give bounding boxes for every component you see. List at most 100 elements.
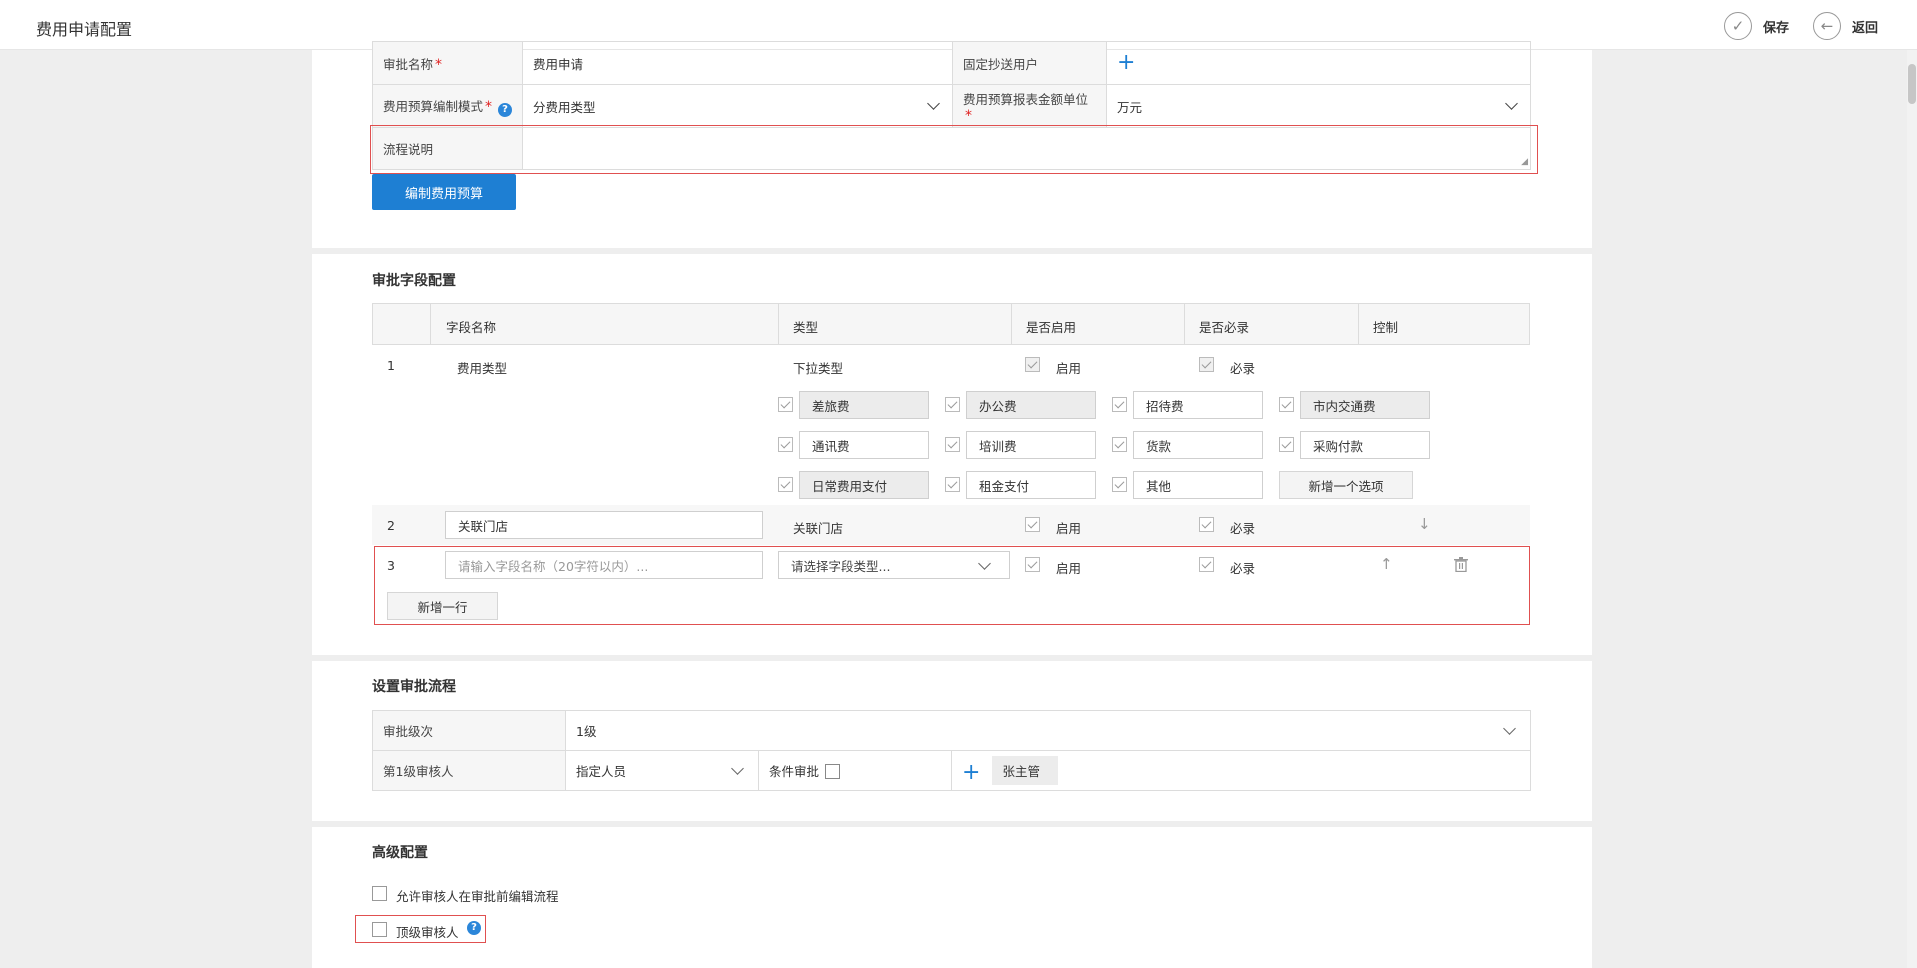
- help-icon[interactable]: ?: [467, 921, 481, 935]
- approval-flow-panel: 设置审批流程 审批级次 1级 第1级审核人 指定人员 条件审批 + 张主管: [312, 661, 1592, 821]
- option-checkbox[interactable]: [778, 397, 793, 412]
- top-reviewer-checkbox[interactable]: [372, 922, 387, 937]
- row1-required-checkbox[interactable]: [1199, 357, 1214, 372]
- option-checkbox[interactable]: [1112, 437, 1127, 452]
- option-checkbox[interactable]: [945, 437, 960, 452]
- allow-edit-checkbox[interactable]: [372, 886, 387, 901]
- row2-name-input[interactable]: 关联门店: [445, 511, 763, 539]
- move-up-icon[interactable]: ↑: [1380, 555, 1393, 573]
- chevron-down-icon: [927, 97, 940, 110]
- col-type: 类型: [793, 320, 819, 335]
- chevron-down-icon: [1505, 97, 1518, 110]
- scrollbar-thumb[interactable]: [1908, 64, 1916, 104]
- row1-required-label: 必录: [1230, 361, 1256, 376]
- add-option-button[interactable]: 新增一个选项: [1279, 471, 1413, 499]
- level-label: 审批级次: [372, 710, 566, 751]
- arrow-left-circle-icon: ←: [1813, 12, 1841, 40]
- level-select[interactable]: 1级: [564, 710, 1532, 751]
- row3-type-select[interactable]: 请选择字段类型...: [778, 551, 1010, 579]
- option-input[interactable]: 其他: [1133, 471, 1263, 499]
- option-checkbox[interactable]: [945, 477, 960, 492]
- move-down-icon[interactable]: ↓: [1418, 515, 1431, 533]
- page-title: 费用申请配置: [36, 20, 133, 39]
- advanced-config-panel: 高级配置 允许审核人在审批前编辑流程 顶级审核人 ?: [312, 827, 1592, 968]
- option-checkbox[interactable]: [1279, 397, 1294, 412]
- option-checkbox[interactable]: [1112, 397, 1127, 412]
- option-input[interactable]: 培训费: [966, 431, 1096, 459]
- trash-icon[interactable]: [1454, 557, 1468, 572]
- option-checkbox[interactable]: [778, 437, 793, 452]
- option-input[interactable]: 差旅费: [799, 391, 929, 419]
- row1-index: 1: [387, 358, 395, 373]
- row3-required-checkbox[interactable]: [1199, 557, 1214, 572]
- col-enabled: 是否启用: [1026, 320, 1077, 335]
- reviewer-tags-cell: + 张主管: [950, 750, 1532, 791]
- row1-type: 下拉类型: [793, 361, 844, 376]
- row3-index: 3: [387, 558, 395, 573]
- cc-user-label: 固定抄送用户: [952, 41, 1107, 85]
- col-field-name: 字段名称: [446, 320, 497, 335]
- option-checkbox[interactable]: [1279, 437, 1294, 452]
- add-reviewer-icon[interactable]: +: [962, 760, 980, 785]
- option-input[interactable]: 市内交通费: [1300, 391, 1430, 419]
- row1-name: 费用类型: [457, 361, 508, 376]
- row2-required-checkbox[interactable]: [1199, 517, 1214, 532]
- reviewer-label: 第1级审核人: [372, 750, 566, 791]
- conditional-label: 条件审批: [769, 764, 820, 779]
- conditional-cell: 条件审批: [758, 750, 952, 791]
- field-config-panel: 审批字段配置 字段名称 类型 是否启用 是否必录 控制 1 费用类型 下拉类型 …: [312, 254, 1592, 655]
- advanced-config-title: 高级配置: [372, 845, 428, 861]
- conditional-checkbox[interactable]: [825, 764, 841, 779]
- approval-flow-table: 审批级次 1级 第1级审核人 指定人员 条件审批 + 张主管: [372, 710, 1532, 791]
- row2-index: 2: [387, 518, 395, 533]
- chevron-down-icon: [731, 762, 744, 775]
- back-button[interactable]: ← 返回: [1813, 12, 1878, 40]
- row3-enabled-label: 启用: [1056, 561, 1082, 576]
- option-input[interactable]: 招待费: [1133, 391, 1263, 419]
- budget-mode-select[interactable]: 分费用类型: [522, 84, 953, 128]
- approval-name-field[interactable]: 费用申请: [522, 41, 953, 85]
- scrollbar-track[interactable]: [1907, 50, 1917, 968]
- save-button[interactable]: ✓ 保存: [1724, 12, 1789, 40]
- col-control: 控制: [1373, 320, 1399, 335]
- option-input[interactable]: 办公费: [966, 391, 1096, 419]
- option-input[interactable]: 采购付款: [1300, 431, 1430, 459]
- option-input[interactable]: 货款: [1133, 431, 1263, 459]
- help-icon[interactable]: ?: [498, 102, 513, 117]
- reviewer-type-select[interactable]: 指定人员: [565, 750, 759, 791]
- edit-budget-button[interactable]: 编制费用预算: [372, 174, 516, 210]
- back-label: 返回: [1852, 20, 1879, 36]
- resize-handle-icon[interactable]: ◢: [1521, 157, 1528, 167]
- chevron-down-icon: [1503, 722, 1516, 735]
- row2-enabled-label: 启用: [1056, 521, 1082, 536]
- flow-desc-textarea[interactable]: ◢: [522, 127, 1531, 170]
- unit-label: 费用预算报表金额单位*: [952, 84, 1107, 128]
- option-input[interactable]: 通讯费: [799, 431, 929, 459]
- col-required: 是否必录: [1199, 320, 1250, 335]
- unit-select[interactable]: 万元: [1106, 84, 1531, 128]
- row3-enabled-checkbox[interactable]: [1025, 557, 1040, 572]
- row2-required-label: 必录: [1230, 521, 1256, 536]
- top-reviewer-label: 顶级审核人: [396, 925, 459, 940]
- add-cc-user-icon[interactable]: +: [1117, 50, 1135, 75]
- allow-edit-label: 允许审核人在审批前编辑流程: [396, 889, 559, 904]
- row2-enabled-checkbox[interactable]: [1025, 517, 1040, 532]
- option-checkbox[interactable]: [778, 477, 793, 492]
- row1-enabled-checkbox[interactable]: [1025, 357, 1040, 372]
- reviewer-tag[interactable]: 张主管: [992, 756, 1059, 785]
- add-row-button[interactable]: 新增一行: [387, 592, 498, 620]
- option-checkbox[interactable]: [1112, 477, 1127, 492]
- basic-config-panel: 审批名称 * 费用申请 固定抄送用户 + 费用预算编制模式 *? 分费用类型 费用预…: [312, 41, 1592, 248]
- option-checkbox[interactable]: [945, 397, 960, 412]
- option-input[interactable]: 租金支付: [966, 471, 1096, 499]
- chevron-down-icon: [978, 557, 991, 570]
- row2-type: 关联门店: [793, 521, 844, 536]
- check-circle-icon: ✓: [1724, 12, 1752, 40]
- budget-mode-label: 费用预算编制模式 *?: [372, 84, 523, 128]
- option-input[interactable]: 日常费用支付: [799, 471, 929, 499]
- row3-required-label: 必录: [1230, 561, 1256, 576]
- field-config-title: 审批字段配置: [372, 273, 456, 289]
- row1-enabled-label: 启用: [1056, 361, 1082, 376]
- save-label: 保存: [1763, 20, 1790, 36]
- row3-name-input[interactable]: 请输入字段名称（20字符以内）...: [445, 551, 763, 579]
